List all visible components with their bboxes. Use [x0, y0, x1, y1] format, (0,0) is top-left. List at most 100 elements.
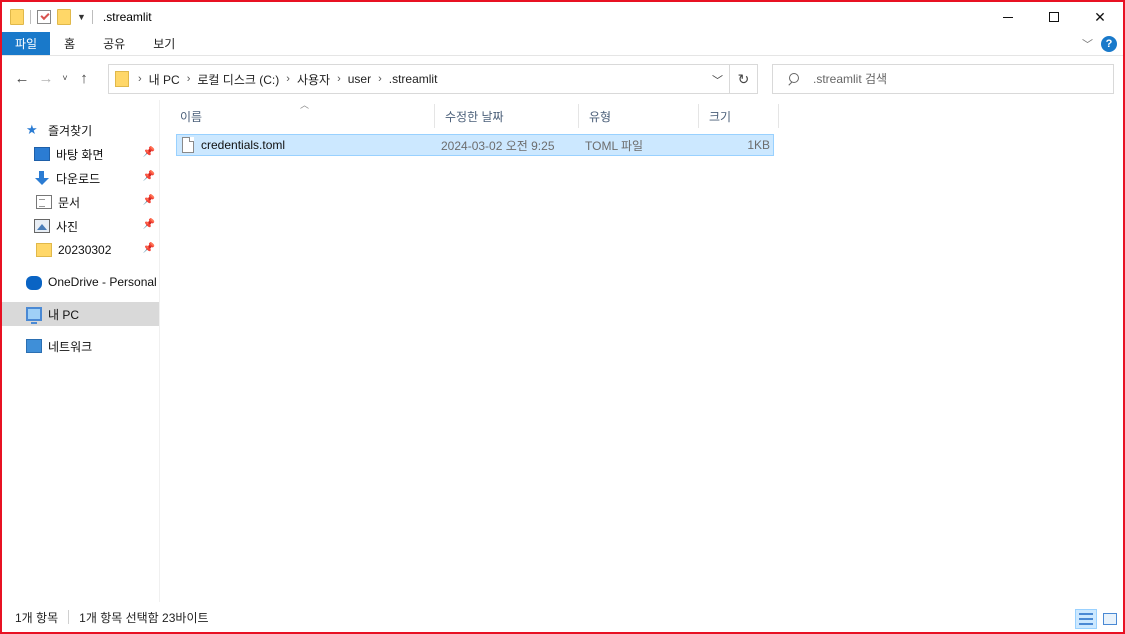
- toolbar-divider: [30, 10, 31, 24]
- expand-ribbon-chevron-icon[interactable]: ﹀: [1082, 36, 1093, 52]
- pin-icon[interactable]: 📌: [143, 195, 155, 206]
- sidebar-item-desktop[interactable]: 바탕 화면 📌: [2, 142, 159, 166]
- search-input[interactable]: [813, 72, 1093, 86]
- up-arrow-icon: ↑: [80, 69, 88, 87]
- sidebar-item-quick-access[interactable]: ★ 즐겨찾기: [2, 118, 159, 142]
- breadcrumb-separator-icon[interactable]: ›: [135, 73, 145, 85]
- table-row[interactable]: credentials.toml 2024-03-02 오전 9:25 TOML…: [176, 134, 774, 156]
- breadcrumb-users[interactable]: 사용자: [293, 71, 334, 88]
- star-icon: ★: [26, 122, 38, 137]
- folder-icon: [36, 243, 52, 257]
- sidebar-item-pictures[interactable]: 사진 📌: [2, 214, 159, 238]
- sidebar-item-label: OneDrive - Personal: [48, 275, 157, 289]
- breadcrumb-local-disk[interactable]: 로컬 디스크 (C:): [193, 71, 283, 88]
- close-button[interactable]: ✕: [1077, 2, 1123, 32]
- sidebar-item-onedrive[interactable]: OneDrive - Personal: [2, 270, 159, 294]
- tab-file[interactable]: 파일: [2, 32, 51, 55]
- quick-access-toolbar: ▼ .streamlit: [2, 2, 152, 32]
- address-history-dropdown-icon[interactable]: ﹀: [712, 72, 723, 88]
- sidebar-item-downloads[interactable]: 다운로드 📌: [2, 166, 159, 190]
- sidebar-item-network[interactable]: 네트워크: [2, 334, 159, 358]
- tab-home[interactable]: 홈: [50, 32, 89, 55]
- back-arrow-icon: ←: [14, 69, 30, 87]
- sidebar-item-label: 네트워크: [48, 339, 93, 354]
- large-icons-view-button[interactable]: [1099, 609, 1121, 629]
- file-name: credentials.toml: [201, 138, 286, 152]
- sidebar-item-20230302[interactable]: 20230302 📌: [2, 238, 159, 262]
- window-controls: ✕: [985, 2, 1123, 32]
- forward-button[interactable]: →: [34, 66, 58, 90]
- column-header-size[interactable]: 크기: [699, 104, 779, 128]
- view-switcher: [1075, 609, 1121, 629]
- column-header-type[interactable]: 유형: [579, 104, 699, 128]
- details-view-button[interactable]: [1075, 609, 1097, 629]
- search-icon: [787, 73, 799, 85]
- pin-icon[interactable]: 📌: [143, 219, 155, 230]
- breadcrumb-user[interactable]: user: [344, 72, 375, 86]
- maximize-icon: [1049, 12, 1059, 22]
- address-bar[interactable]: › 내 PC › 로컬 디스크 (C:) › 사용자 › user › .str…: [108, 64, 758, 94]
- toolbar-divider: [91, 10, 93, 24]
- customize-toolbar-caret-icon[interactable]: ▼: [77, 12, 86, 22]
- breadcrumb-separator-icon[interactable]: ›: [334, 73, 344, 85]
- breadcrumb-separator-icon[interactable]: ›: [184, 73, 194, 85]
- ribbon-right-controls: ﹀ ?: [1082, 36, 1117, 52]
- status-bar: 1개 항목 1개 항목 선택함 23바이트: [2, 602, 1123, 632]
- pin-icon[interactable]: 📌: [143, 171, 155, 182]
- recent-locations-button[interactable]: ˅: [58, 66, 72, 90]
- breadcrumb: › 내 PC › 로컬 디스크 (C:) › 사용자 › user › .str…: [135, 71, 441, 88]
- tab-view[interactable]: 보기: [139, 32, 189, 55]
- close-icon: ✕: [1094, 8, 1106, 25]
- column-header-date[interactable]: 수정한 날짜: [435, 104, 579, 128]
- properties-icon[interactable]: [37, 10, 51, 24]
- details-view-icon: [1079, 613, 1093, 625]
- chevron-down-icon: ˅: [62, 73, 68, 83]
- breadcrumb-streamlit[interactable]: .streamlit: [385, 72, 442, 86]
- folder-icon: [10, 9, 24, 25]
- window-title: .streamlit: [102, 10, 152, 24]
- sidebar-item-label: 바탕 화면: [56, 147, 104, 162]
- computer-icon: [26, 307, 42, 324]
- back-button[interactable]: ←: [10, 66, 34, 90]
- status-selection: 1개 항목 선택함 23바이트: [79, 610, 209, 625]
- up-button[interactable]: ↑: [72, 66, 96, 90]
- desktop-icon: [34, 147, 50, 161]
- search-box[interactable]: [772, 64, 1114, 94]
- sidebar-item-label: 내 PC: [48, 307, 80, 322]
- sidebar-item-label: 다운로드: [56, 171, 101, 186]
- breadcrumb-separator-icon[interactable]: ›: [375, 73, 385, 85]
- status-divider: [68, 610, 70, 624]
- help-icon[interactable]: ?: [1101, 36, 1117, 52]
- navigation-pane: ★ 즐겨찾기 바탕 화면 📌 다운로드 📌 문서 📌 사진 📌 20230302…: [2, 100, 160, 602]
- new-folder-icon[interactable]: [57, 9, 71, 25]
- breadcrumb-this-pc[interactable]: 내 PC: [145, 71, 184, 88]
- breadcrumb-separator-icon[interactable]: ›: [283, 73, 293, 85]
- refresh-icon: ↻: [737, 70, 750, 87]
- file-date: 2024-03-02 오전 9:25: [441, 138, 555, 153]
- document-icon: [36, 195, 52, 209]
- file-type: TOML 파일: [585, 138, 644, 153]
- refresh-button[interactable]: ↻: [729, 65, 757, 93]
- maximize-button[interactable]: [1031, 2, 1077, 32]
- pictures-icon: [34, 219, 50, 233]
- minimize-button[interactable]: [985, 2, 1031, 32]
- minimize-icon: [1003, 16, 1013, 18]
- column-header-name[interactable]: 이름: [170, 104, 435, 128]
- location-folder-icon: [115, 71, 129, 87]
- ribbon-tabs: 파일 홈 공유 보기 ﹀ ?: [2, 32, 1123, 56]
- address-row: ← → ˅ ↑ › 내 PC › 로컬 디스크 (C:) › 사용자 › use…: [2, 58, 1123, 98]
- network-icon: [26, 339, 42, 353]
- file-icon: [182, 137, 194, 153]
- pin-icon[interactable]: 📌: [143, 147, 155, 158]
- download-icon: [34, 171, 50, 185]
- sidebar-item-this-pc[interactable]: 내 PC: [2, 302, 159, 326]
- sidebar-item-documents[interactable]: 문서 📌: [2, 190, 159, 214]
- explorer-window: ▼ .streamlit ✕ 파일 홈 공유 보기 ﹀ ? ← → ˅ ↑ › …: [0, 0, 1125, 634]
- onedrive-cloud-icon: [26, 276, 42, 290]
- sidebar-item-label: 사진: [56, 219, 79, 234]
- column-headers: 이름 수정한 날짜 유형 크기: [170, 104, 779, 128]
- pin-icon[interactable]: 📌: [143, 243, 155, 254]
- tab-share[interactable]: 공유: [89, 32, 139, 55]
- sidebar-item-label: 즐겨찾기: [48, 123, 93, 138]
- large-icons-view-icon: [1103, 613, 1117, 625]
